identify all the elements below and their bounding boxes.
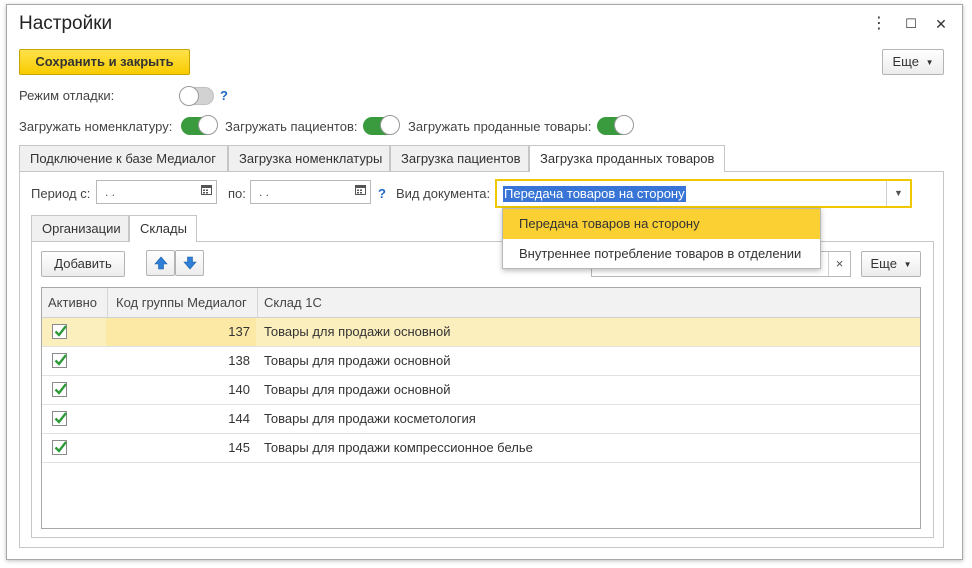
period-to-value: . . (259, 185, 270, 199)
warehouse-cell: Товары для продажи основной (264, 353, 451, 368)
tab-sold-goods[interactable]: Загрузка проданных товаров (529, 145, 725, 172)
column-header-code[interactable]: Код группы Медиалог (108, 288, 258, 318)
column-header-active[interactable]: Активно (42, 288, 108, 318)
code-cell: 138 (228, 353, 250, 368)
calendar-icon[interactable] (197, 181, 215, 203)
active-checkbox[interactable] (52, 324, 67, 339)
warehouse-cell: Товары для продажи косметология (264, 411, 476, 426)
help-icon[interactable]: ? (220, 88, 228, 103)
code-cell: 145 (228, 440, 250, 455)
window-title: Настройки (19, 13, 113, 34)
doc-type-selected-value: Передача товаров на сторону (503, 186, 686, 202)
move-down-button[interactable] (175, 250, 204, 276)
tab-medialog-connection[interactable]: Подключение к базе Медиалог (19, 145, 228, 171)
warehouse-cell: Товары для продажи основной (264, 324, 451, 339)
chevron-down-icon: ▼ (925, 58, 934, 67)
table-row[interactable]: 137 Товары для продажи основной (42, 318, 920, 347)
load-patients-toggle[interactable] (363, 115, 400, 135)
clear-icon[interactable]: × (828, 252, 850, 276)
more-button[interactable]: Еще ▼ (882, 49, 944, 75)
warehouses-table: Активно Код группы Медиалог Склад 1С 137… (41, 287, 921, 529)
load-sold-goods-toggle[interactable] (597, 115, 634, 135)
load-patients-label: Загружать пациентов: (225, 119, 358, 134)
arrow-down-icon (182, 256, 197, 270)
period-from-label: Период с: (31, 186, 91, 201)
code-cell: 137 (228, 324, 250, 339)
dropdown-option[interactable]: Передача товаров на сторону (503, 209, 820, 239)
load-nomenclature-toggle[interactable] (181, 115, 218, 135)
debug-mode-label: Режим отладки: (19, 88, 115, 103)
settings-window: Настройки ⋮ ☐ ✕ Сохранить и закрыть Еще … (6, 4, 963, 560)
period-from-field[interactable]: . . (96, 180, 217, 204)
column-header-warehouse[interactable]: Склад 1С (258, 288, 920, 318)
help-icon[interactable]: ? (378, 186, 386, 201)
doc-type-dropdown: Передача товаров на сторону Внутреннее п… (502, 208, 821, 269)
dropdown-option[interactable]: Внутреннее потребление товаров в отделен… (503, 239, 820, 269)
calendar-icon[interactable] (351, 181, 369, 203)
move-up-button[interactable] (146, 250, 175, 276)
active-checkbox[interactable] (52, 440, 67, 455)
load-nomenclature-label: Загружать номенклатуру: (19, 119, 173, 134)
doc-type-combobox[interactable]: Передача товаров на сторону ▼ (495, 179, 912, 208)
arrow-up-icon (153, 256, 168, 270)
save-and-close-button[interactable]: Сохранить и закрыть (19, 49, 190, 75)
maximize-icon[interactable]: ☐ (900, 13, 922, 35)
active-checkbox[interactable] (52, 382, 67, 397)
code-cell: 140 (228, 382, 250, 397)
table-header: Активно Код группы Медиалог Склад 1С (42, 288, 920, 318)
more-actions-icon[interactable]: ⋮ (868, 13, 890, 35)
chevron-down-icon[interactable]: ▼ (886, 181, 910, 206)
active-checkbox[interactable] (52, 411, 67, 426)
period-to-field[interactable]: . . (250, 180, 371, 204)
more-button-label: Еще (892, 54, 919, 69)
tab-nomenclature[interactable]: Загрузка номенклатуры (228, 145, 390, 171)
period-to-label: по: (228, 186, 246, 201)
subtab-warehouses[interactable]: Склады (129, 215, 197, 242)
code-cell: 144 (228, 411, 250, 426)
table-row[interactable]: 138 Товары для продажи основной (42, 347, 920, 376)
chevron-down-icon: ▼ (903, 260, 912, 269)
list-more-button[interactable]: Еще ▼ (861, 251, 921, 277)
add-button[interactable]: Добавить (41, 251, 125, 277)
table-row[interactable]: 144 Товары для продажи косметология (42, 405, 920, 434)
subtab-organizations[interactable]: Организации (31, 215, 129, 241)
list-more-button-label: Еще (870, 256, 897, 271)
debug-mode-toggle[interactable] (179, 86, 214, 106)
warehouse-cell: Товары для продажи компрессионное белье (264, 440, 533, 455)
table-row[interactable]: 140 Товары для продажи основной (42, 376, 920, 405)
doc-type-label: Вид документа: (396, 186, 491, 201)
period-from-value: . . (105, 185, 116, 199)
warehouse-cell: Товары для продажи основной (264, 382, 451, 397)
load-sold-goods-label: Загружать проданные товары: (408, 119, 592, 134)
close-icon[interactable]: ✕ (930, 13, 952, 35)
tab-patients[interactable]: Загрузка пациентов (390, 145, 529, 171)
active-checkbox[interactable] (52, 353, 67, 368)
table-row[interactable]: 145 Товары для продажи компрессионное бел… (42, 434, 920, 463)
